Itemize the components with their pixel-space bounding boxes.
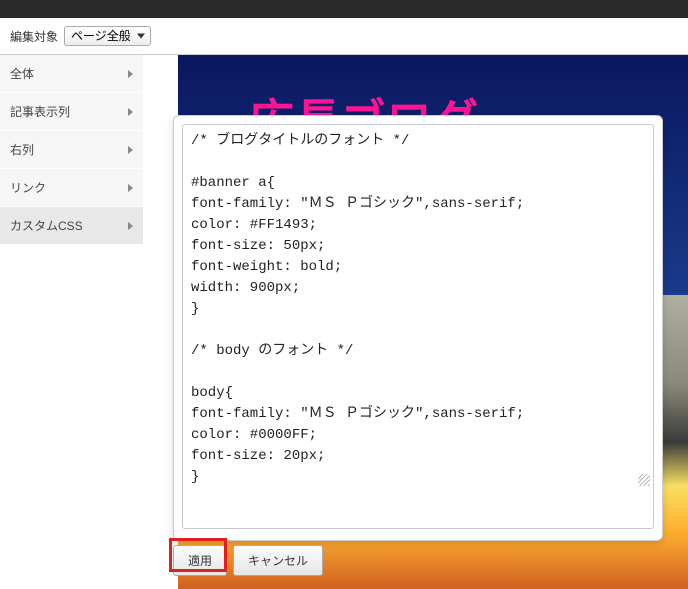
chevron-right-icon: [128, 222, 133, 230]
chevron-right-icon: [128, 108, 133, 116]
css-editor-panel: [173, 115, 663, 541]
css-editor-textarea[interactable]: [182, 124, 654, 529]
edit-target-select[interactable]: ページ全般: [64, 26, 151, 46]
cancel-button[interactable]: キャンセル: [233, 545, 323, 576]
window-topbar: [0, 0, 688, 18]
chevron-right-icon: [128, 146, 133, 154]
sidebar-item-right-column[interactable]: 右列: [0, 131, 143, 169]
sidebar: 全体 記事表示列 右列 リンク カスタムCSS: [0, 55, 143, 589]
resize-grip-icon[interactable]: [638, 474, 650, 486]
sidebar-item-article-column[interactable]: 記事表示列: [0, 93, 143, 131]
chevron-right-icon: [128, 70, 133, 78]
sidebar-item-label: 記事表示列: [10, 103, 70, 120]
editor-buttons: 適用 キャンセル: [173, 545, 323, 576]
apply-button[interactable]: 適用: [173, 545, 227, 576]
content-area: 広長ゴログ 適用 キャンセル: [143, 55, 688, 589]
chevron-right-icon: [128, 184, 133, 192]
edit-target-label: 編集対象: [10, 28, 58, 45]
toolbar: 編集対象 ページ全般: [0, 18, 688, 55]
sidebar-item-label: カスタムCSS: [10, 217, 83, 234]
sidebar-item-label: リンク: [10, 179, 46, 196]
sidebar-item-label: 全体: [10, 65, 34, 82]
sidebar-item-all[interactable]: 全体: [0, 55, 143, 93]
sidebar-item-label: 右列: [10, 141, 34, 158]
sidebar-item-link[interactable]: リンク: [0, 169, 143, 207]
sidebar-item-custom-css[interactable]: カスタムCSS: [0, 207, 143, 245]
